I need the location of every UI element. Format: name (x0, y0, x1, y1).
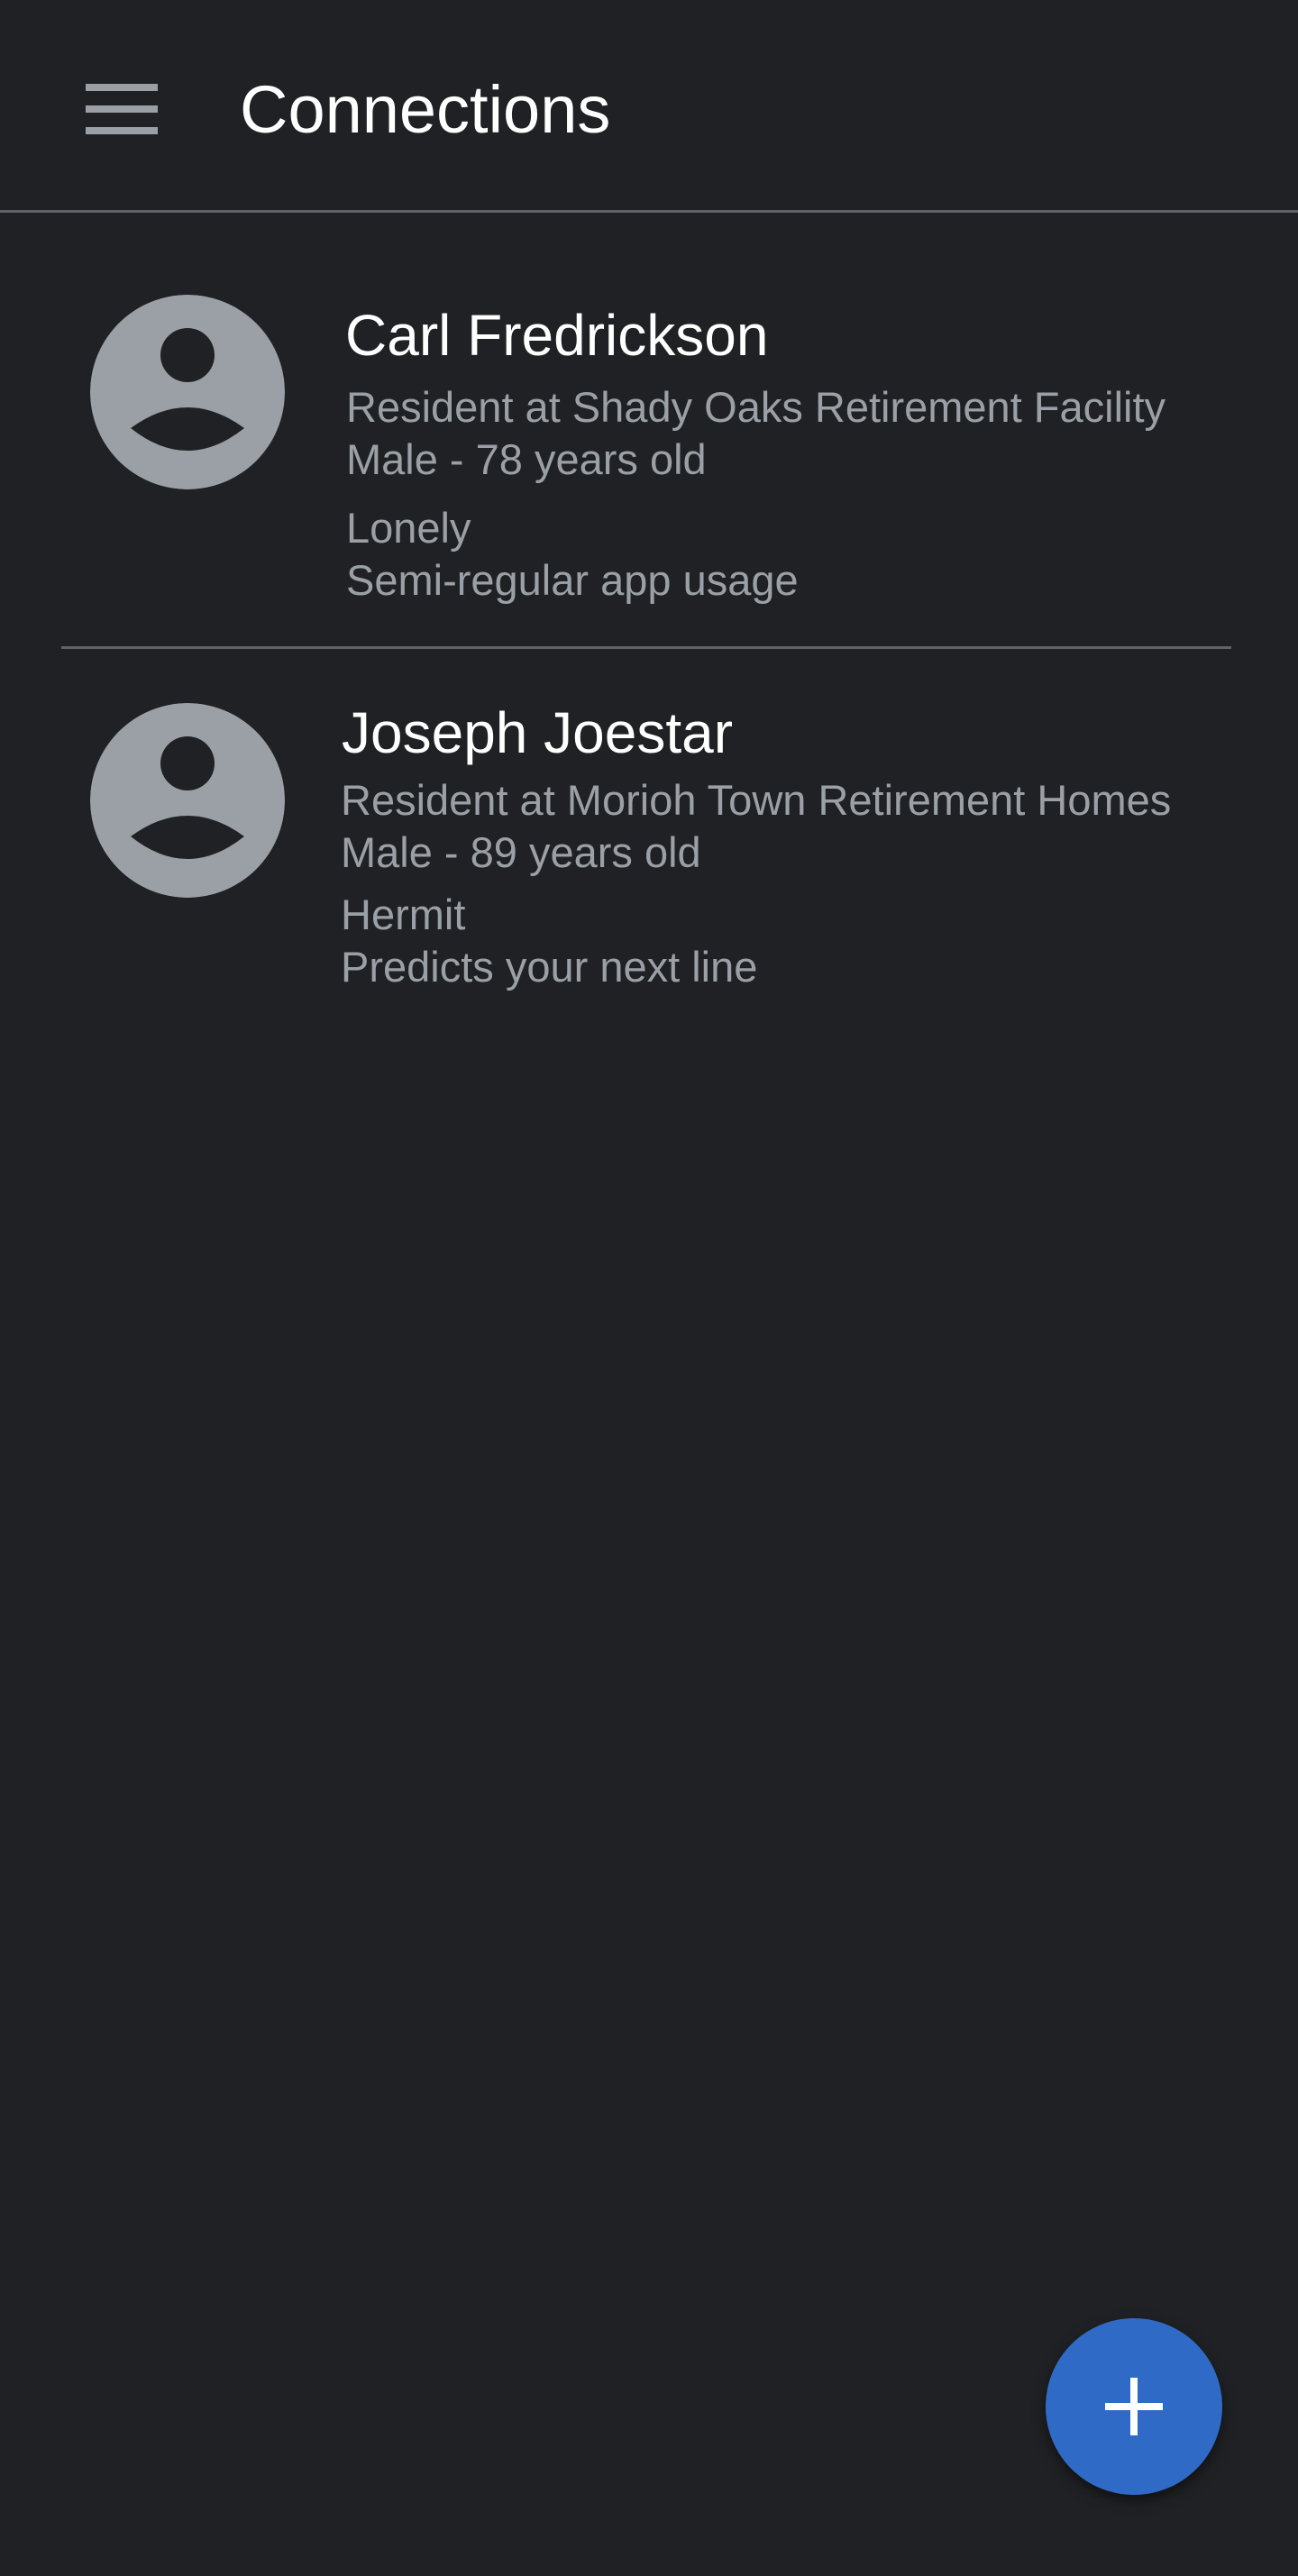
plus-icon (1105, 2378, 1163, 2435)
connection-trait: Lonely (346, 504, 471, 552)
connection-trait: Hermit (341, 891, 466, 938)
menu-button[interactable] (69, 69, 175, 150)
connection-residence: Resident at Morioh Town Retirement Homes (341, 776, 1172, 824)
account-circle-icon (90, 295, 285, 489)
connection-name: Carl Fredrickson (345, 303, 769, 368)
connection-demographics: Male - 78 years old (346, 435, 707, 483)
top-app-bar: Connections (0, 0, 1298, 213)
connection-name: Joseph Joestar (342, 700, 734, 765)
connection-item-carl-fredrickson[interactable]: Carl Fredrickson Resident at Shady Oaks … (0, 215, 1298, 649)
app-screen: Connections Carl Fredrickson Resident at… (0, 0, 1298, 2576)
connection-note: Semi-regular app usage (346, 556, 799, 604)
connection-note: Predicts your next line (341, 943, 758, 991)
add-connection-button[interactable] (1046, 2318, 1222, 2495)
connection-demographics: Male - 89 years old (341, 828, 701, 876)
hamburger-menu-icon (86, 84, 158, 134)
connection-residence: Resident at Shady Oaks Retirement Facili… (346, 383, 1166, 431)
connection-item-joseph-joestar[interactable]: Joseph Joestar Resident at Morioh Town R… (0, 649, 1298, 1064)
page-title: Connections (240, 72, 611, 147)
account-circle-icon (90, 703, 285, 898)
